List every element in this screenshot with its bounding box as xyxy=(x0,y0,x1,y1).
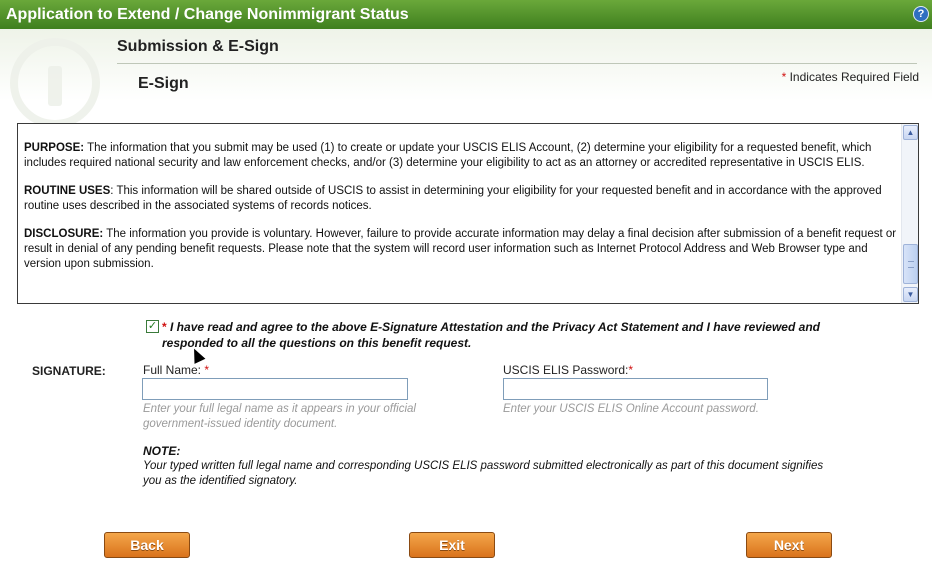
page-title: E-Sign xyxy=(138,75,189,92)
full-name-label: Full Name: * xyxy=(143,363,209,377)
help-icon[interactable]: ? xyxy=(913,6,929,22)
required-field-note: * Indicates Required Field xyxy=(782,70,919,84)
agreement-checkbox[interactable]: ✓ xyxy=(146,320,159,333)
info-logo-icon xyxy=(10,38,100,128)
password-label-text: USCIS ELIS Password: xyxy=(503,363,629,377)
purpose-paragraph: PURPOSE: The information that you submit… xyxy=(24,141,902,171)
full-name-hint: Enter your full legal name as it appears… xyxy=(143,403,416,430)
password-input[interactable] xyxy=(503,378,768,400)
routine-uses-text: : This information will be shared outsid… xyxy=(24,185,882,212)
password-label: USCIS ELIS Password:* xyxy=(503,363,633,377)
title-bar: Application to Extend / Change Nonimmigr… xyxy=(0,0,932,29)
privacy-statement-box[interactable]: PURPOSE: The information that you submit… xyxy=(17,123,919,304)
full-name-label-text: Full Name: xyxy=(143,363,202,377)
purpose-heading: PURPOSE: xyxy=(24,142,85,154)
purpose-text: The information that you submit may be u… xyxy=(24,142,872,169)
agreement-text: I have read and agree to the above E-Sig… xyxy=(162,320,820,350)
disclosure-heading: DISCLOSURE: xyxy=(24,228,104,240)
scroll-down-icon[interactable]: ▼ xyxy=(903,287,918,302)
back-button[interactable]: Back xyxy=(104,532,190,558)
required-star: * xyxy=(781,70,787,84)
note-title: NOTE: xyxy=(143,444,181,458)
password-required-star: * xyxy=(628,363,634,377)
exit-button[interactable]: Exit xyxy=(409,532,495,558)
agreement-label[interactable]: * I have read and agree to the above E-S… xyxy=(162,319,842,351)
note-text: Your typed written full legal name and c… xyxy=(143,460,824,487)
privacy-statement-content: PURPOSE: The information that you submit… xyxy=(24,141,902,285)
routine-uses-heading: ROUTINE USES xyxy=(24,185,111,197)
full-name-input[interactable] xyxy=(142,378,408,400)
required-field-text: Indicates Required Field xyxy=(789,70,919,84)
full-name-required-star: * xyxy=(204,363,210,377)
disclosure-text: The information you provide is voluntary… xyxy=(24,228,897,270)
agreement-required-star: * xyxy=(162,320,167,334)
routine-uses-paragraph: ROUTINE USES: This information will be s… xyxy=(24,184,902,214)
signature-label: SIGNATURE: xyxy=(32,364,106,378)
disclosure-paragraph: DISCLOSURE: The information you provide … xyxy=(24,227,902,272)
section-title: Submission & E-Sign xyxy=(117,38,279,55)
scroll-thumb[interactable] xyxy=(903,244,918,284)
privacy-scrollbar[interactable]: ▲ ▼ xyxy=(901,124,918,303)
password-hint: Enter your USCIS ELIS Online Account pas… xyxy=(503,403,759,415)
scroll-up-icon[interactable]: ▲ xyxy=(903,125,918,140)
window-title: Application to Extend / Change Nonimmigr… xyxy=(6,6,409,23)
next-button[interactable]: Next xyxy=(746,532,832,558)
header-divider xyxy=(117,63,917,64)
